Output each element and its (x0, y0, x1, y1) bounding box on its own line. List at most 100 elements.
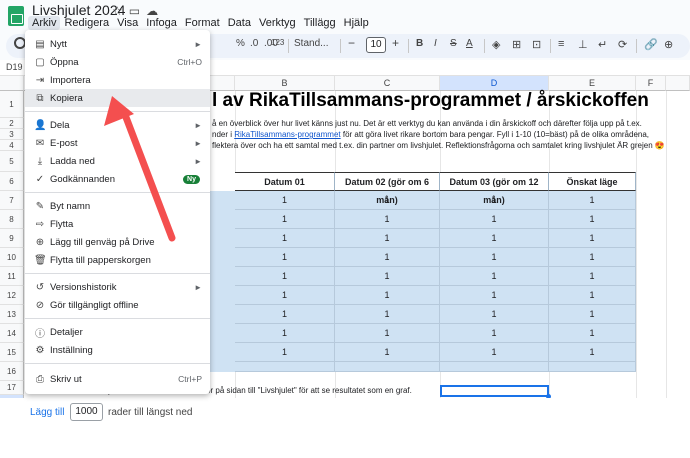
fill-color-icon[interactable]: ◈ (492, 38, 500, 51)
menu-item-offline[interactable]: ⊘ Gör tillgängligt offline (25, 296, 210, 314)
decrease-decimals-button[interactable]: .0 (250, 38, 258, 49)
menu-item-lagg-till-genvag[interactable]: ⊕ Lägg till genväg på Drive (25, 233, 210, 251)
data-cell[interactable]: 1 (549, 267, 636, 286)
strikethrough-button[interactable]: S (450, 38, 457, 49)
sheets-logo-icon[interactable] (8, 6, 24, 26)
corner-cell[interactable] (0, 76, 24, 91)
data-cell[interactable]: 1 (440, 343, 549, 362)
data-cell[interactable]: 1 (440, 248, 549, 267)
comment-icon[interactable]: ⊕ (664, 38, 673, 51)
row-header[interactable]: 15 (0, 343, 24, 362)
merge-cells-icon[interactable]: ⊡ (532, 38, 541, 51)
data-cell[interactable]: 1 (235, 343, 335, 362)
header-onskat-lage[interactable]: Önskat läge (549, 172, 636, 191)
column-header-f[interactable]: F (636, 76, 666, 91)
link-icon[interactable]: 🔗 (644, 38, 658, 51)
italic-button[interactable]: I (434, 38, 437, 49)
menu-tillagg[interactable]: Tillägg (300, 16, 340, 30)
data-cell[interactable]: 1 (235, 191, 335, 210)
menu-infoga[interactable]: Infoga (142, 16, 181, 30)
data-cell[interactable]: 1 (235, 210, 335, 229)
data-cell[interactable] (440, 362, 549, 372)
increase-font-size-button[interactable]: + (392, 36, 399, 50)
data-cell[interactable]: 1 (335, 305, 440, 324)
data-cell[interactable]: 1 (440, 267, 549, 286)
data-cell[interactable]: 1 (235, 248, 335, 267)
menu-item-nytt[interactable]: ▤ Nytt ► (25, 35, 210, 53)
row-header[interactable]: 12 (0, 286, 24, 305)
data-cell[interactable]: 1 (440, 229, 549, 248)
data-cell[interactable]: 1 (235, 229, 335, 248)
row-header[interactable]: 7 (0, 191, 24, 210)
data-cell[interactable]: 1 (335, 191, 440, 210)
data-cell[interactable]: 1 (440, 305, 549, 324)
data-cell[interactable]: 1 (335, 286, 440, 305)
data-cell[interactable]: 1 (549, 248, 636, 267)
data-cell[interactable]: 1 (335, 210, 440, 229)
column-header-c[interactable]: C (335, 76, 440, 91)
data-cell[interactable] (549, 362, 636, 372)
menu-item-papperskorgen[interactable]: 🗑 Flytta till papperskorgen (25, 251, 210, 269)
menu-item-ladda-ned[interactable]: ⤓ Ladda ned ► (25, 152, 210, 170)
row-header[interactable]: 9 (0, 229, 24, 248)
rows-count-input[interactable]: 1000 (70, 403, 103, 421)
column-header-d[interactable]: D (440, 76, 549, 91)
column-header-g[interactable] (666, 76, 690, 91)
menu-item-byt-namn[interactable]: ✎ Byt namn (25, 197, 210, 215)
add-rows-button[interactable]: Lägg till (30, 407, 64, 418)
row-header[interactable]: 6 (0, 172, 24, 191)
name-box[interactable]: D19 (6, 62, 23, 72)
data-cell[interactable]: 1 (235, 286, 335, 305)
data-cell[interactable] (235, 362, 335, 372)
data-cell[interactable]: 1 (235, 305, 335, 324)
data-cell[interactable]: 1 (549, 191, 636, 210)
row-header[interactable]: 17 (0, 381, 24, 395)
decrease-font-size-button[interactable]: − (348, 36, 355, 50)
selected-cell-d19[interactable] (440, 385, 551, 399)
data-cell[interactable]: 1 (440, 210, 549, 229)
menu-hjalp[interactable]: Hjälp (340, 16, 373, 30)
data-cell[interactable] (335, 362, 440, 372)
row-header[interactable]: 11 (0, 267, 24, 286)
data-cell[interactable]: 1 (549, 305, 636, 324)
menu-redigera[interactable]: Redigera (60, 16, 113, 30)
bold-button[interactable]: B (416, 38, 423, 49)
column-header-e[interactable]: E (549, 76, 636, 91)
menu-data[interactable]: Data (224, 16, 255, 30)
data-cell[interactable]: 1 (335, 324, 440, 343)
menu-item-dela[interactable]: 👤 Dela ► (25, 116, 210, 134)
header-datum-02[interactable]: Datum 02 (gör om 6 mån) (335, 172, 440, 205)
valign-icon[interactable]: ⊥ (578, 38, 588, 51)
data-cell[interactable]: 1 (440, 324, 549, 343)
menu-visa[interactable]: Visa (113, 16, 142, 30)
data-cell[interactable]: 1 (440, 286, 549, 305)
align-icon[interactable]: ≡ (558, 38, 564, 50)
menu-item-e-post[interactable]: ✉ E-post ► (25, 134, 210, 152)
data-cell[interactable]: 1 (549, 286, 636, 305)
data-cell[interactable]: 1 (549, 210, 636, 229)
row-header[interactable]: 1 (0, 91, 24, 118)
header-datum-01[interactable]: Datum 01 (235, 172, 335, 191)
row-header[interactable]: 13 (0, 305, 24, 324)
rotate-icon[interactable]: ⟳ (618, 38, 627, 51)
menu-item-skriv-ut[interactable]: ⎙ Skriv ut Ctrl+P (25, 370, 210, 388)
data-cell[interactable]: 1 (235, 324, 335, 343)
column-header-b[interactable]: B (235, 76, 335, 91)
menu-item-kopiera[interactable]: ⧉ Kopiera (25, 89, 210, 107)
data-cell[interactable]: 1 (549, 343, 636, 362)
text-color-button[interactable]: A (466, 38, 473, 49)
header-datum-03[interactable]: Datum 03 (gör om 12 mån) (440, 172, 549, 205)
menu-item-detaljer[interactable]: ⓘ Detaljer (25, 323, 210, 341)
font-select[interactable]: Stand... (294, 38, 328, 49)
menu-arkiv[interactable]: Arkiv (28, 16, 61, 30)
program-link[interactable]: RikaTillsammans-programmet (234, 130, 340, 139)
data-cell[interactable]: 1 (235, 267, 335, 286)
menu-item-godkannanden[interactable]: ✓ Godkännanden Ny (25, 170, 210, 188)
menu-item-oppna[interactable]: ▢ Öppna Ctrl+O (25, 53, 210, 71)
data-cell[interactable]: 1 (335, 248, 440, 267)
borders-icon[interactable]: ⊞ (512, 38, 521, 51)
row-header[interactable]: 10 (0, 248, 24, 267)
number-format-button[interactable]: 123 (271, 38, 284, 47)
menu-item-importera[interactable]: ⇥ Importera (25, 71, 210, 89)
data-cell[interactable]: 1 (549, 229, 636, 248)
